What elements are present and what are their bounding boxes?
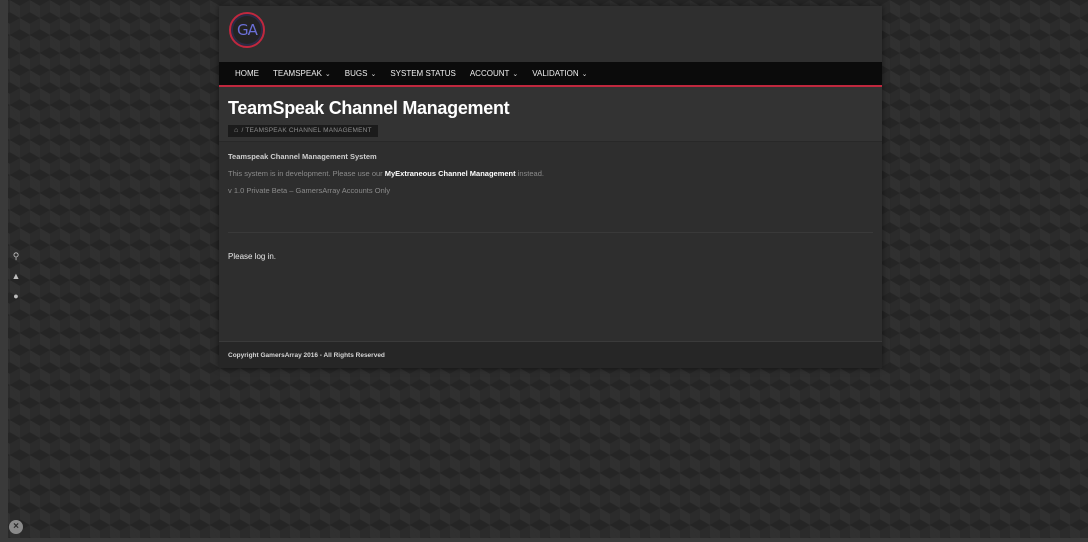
- nav-item-bugs[interactable]: BUGS ⌄: [345, 69, 377, 78]
- notice-prefix: This system is in development. Please us…: [228, 169, 385, 178]
- breadcrumb: ⌂ / TEAMSPEAK CHANNEL MANAGEMENT: [228, 124, 378, 137]
- content-divider: [228, 232, 873, 233]
- notice-suffix: instead.: [515, 169, 544, 178]
- nav-item-label: HOME: [235, 69, 259, 78]
- chevron-down-icon: ⌄: [512, 70, 519, 78]
- development-notice: This system is in development. Please us…: [228, 169, 873, 178]
- login-prompt: Please log in.: [228, 252, 277, 261]
- home-icon[interactable]: ⌂: [234, 127, 238, 134]
- nav-item-home[interactable]: HOME: [235, 69, 259, 78]
- browser-bottom-edge: [0, 538, 1088, 542]
- chevron-down-icon: ⌄: [324, 70, 331, 78]
- nav-item-system-status[interactable]: SYSTEM STATUS: [390, 69, 456, 78]
- myextraneous-link[interactable]: MyExtraneous Channel Management: [385, 169, 516, 178]
- close-icon[interactable]: ×: [9, 520, 23, 534]
- search-icon[interactable]: ⚲: [10, 250, 22, 262]
- breadcrumb-current: / TEAMSPEAK CHANNEL MANAGEMENT: [241, 127, 372, 134]
- bell-icon[interactable]: ▲: [10, 270, 22, 282]
- copyright-text: Copyright GamersArray 2016 - All Rights …: [228, 351, 385, 359]
- nav-item-teamspeak[interactable]: TEAMSPEAK ⌄: [273, 69, 331, 78]
- nav-item-label: ACCOUNT: [469, 69, 510, 78]
- nav-item-label: BUGS: [344, 69, 368, 78]
- page-title: TeamSpeak Channel Management: [228, 98, 510, 118]
- site-logo[interactable]: GA: [229, 12, 265, 48]
- page-title-band: TeamSpeak Channel Management ⌂ / TEAMSPE…: [219, 87, 882, 142]
- version-text: v 1.0 Private Beta – GamersArray Account…: [228, 186, 391, 195]
- site-footer: Copyright GamersArray 2016 - All Rights …: [219, 341, 882, 368]
- nav-item-label: TEAMSPEAK: [273, 69, 322, 78]
- site-header: GA: [219, 6, 882, 62]
- nav-item-label: VALIDATION: [532, 69, 579, 78]
- logo-text: GA: [237, 21, 258, 39]
- nav-item-label: SYSTEM STATUS: [390, 69, 456, 78]
- nav-item-account[interactable]: ACCOUNT ⌄: [470, 69, 518, 78]
- chevron-down-icon: ⌄: [370, 70, 377, 78]
- nav-item-validation[interactable]: VALIDATION ⌄: [532, 69, 587, 78]
- side-toolbar: ⚲ ▲ ●: [9, 250, 23, 302]
- main-nav: HOME TEAMSPEAK ⌄ BUGS ⌄ SYSTEM STATUS AC…: [219, 62, 882, 87]
- main-content: Teamspeak Channel Management System This…: [219, 142, 882, 261]
- browser-left-edge: [0, 0, 8, 542]
- user-icon[interactable]: ●: [10, 290, 22, 302]
- site-container: GA HOME TEAMSPEAK ⌄ BUGS ⌄ SYSTEM STATUS…: [219, 6, 882, 368]
- chevron-down-icon: ⌄: [581, 70, 588, 78]
- section-heading: Teamspeak Channel Management System: [228, 152, 377, 161]
